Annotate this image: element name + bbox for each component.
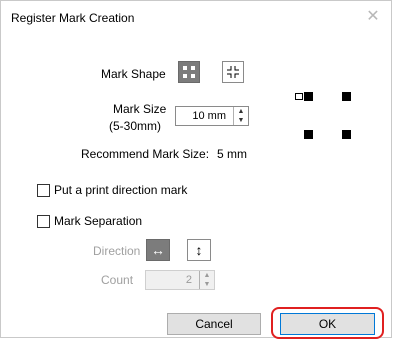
vertical-arrow-icon: ↕ xyxy=(195,242,203,258)
count-spinner[interactable]: 2 ▲ ▼ xyxy=(145,270,215,290)
mark-separation-checkbox[interactable] xyxy=(37,215,50,228)
mark-separation-label[interactable]: Mark Separation xyxy=(54,214,142,228)
print-direction-checkbox[interactable] xyxy=(37,184,50,197)
register-mark-dialog: Register Mark Creation ✕ Mark Shape Mark… xyxy=(0,0,392,339)
horizontal-arrow-icon: ↔ xyxy=(151,242,165,258)
spin-down-icon[interactable]: ▼ xyxy=(200,280,214,289)
mark-size-label: Mark Size xyxy=(113,102,167,116)
direction-label: Direction xyxy=(93,244,141,258)
title-bar: Register Mark Creation ✕ xyxy=(1,1,391,35)
spin-up-icon[interactable]: ▲ xyxy=(234,107,248,116)
mark-size-value: 10 mm xyxy=(192,110,226,122)
corner-marks-icon xyxy=(227,66,239,78)
count-value: 2 xyxy=(185,274,192,286)
four-square-icon xyxy=(183,66,195,78)
vertical-direction-button[interactable]: ↕ xyxy=(187,239,211,261)
spin-up-icon[interactable]: ▲ xyxy=(200,271,214,280)
mark-shape-label: Mark Shape xyxy=(101,67,166,81)
ok-highlight-annotation xyxy=(271,307,384,339)
spin-down-icon[interactable]: ▼ xyxy=(234,116,248,125)
preview-mark-top-left xyxy=(304,92,313,101)
print-direction-label[interactable]: Put a print direction mark xyxy=(54,183,187,197)
close-icon[interactable]: ✕ xyxy=(365,9,381,25)
recommend-size-value: 5 mm xyxy=(217,147,247,161)
corner-marks-shape-button[interactable] xyxy=(222,61,244,83)
preview-mark-bottom-right xyxy=(342,130,351,139)
dialog-title: Register Mark Creation xyxy=(11,11,135,25)
four-square-shape-button[interactable] xyxy=(178,61,200,83)
preview-mark-bottom-left xyxy=(304,130,313,139)
horizontal-direction-button[interactable]: ↔ xyxy=(146,239,170,261)
cancel-button[interactable]: Cancel xyxy=(167,313,261,335)
count-label: Count xyxy=(101,273,134,287)
recommend-size-label: Recommend Mark Size: xyxy=(81,147,210,161)
preview-mark-top-right xyxy=(342,92,351,101)
mark-size-spinner[interactable]: 10 mm ▲ ▼ xyxy=(175,106,249,126)
preview-direction-mark xyxy=(295,93,303,100)
mark-size-range-label: (5-30mm) xyxy=(109,119,162,133)
